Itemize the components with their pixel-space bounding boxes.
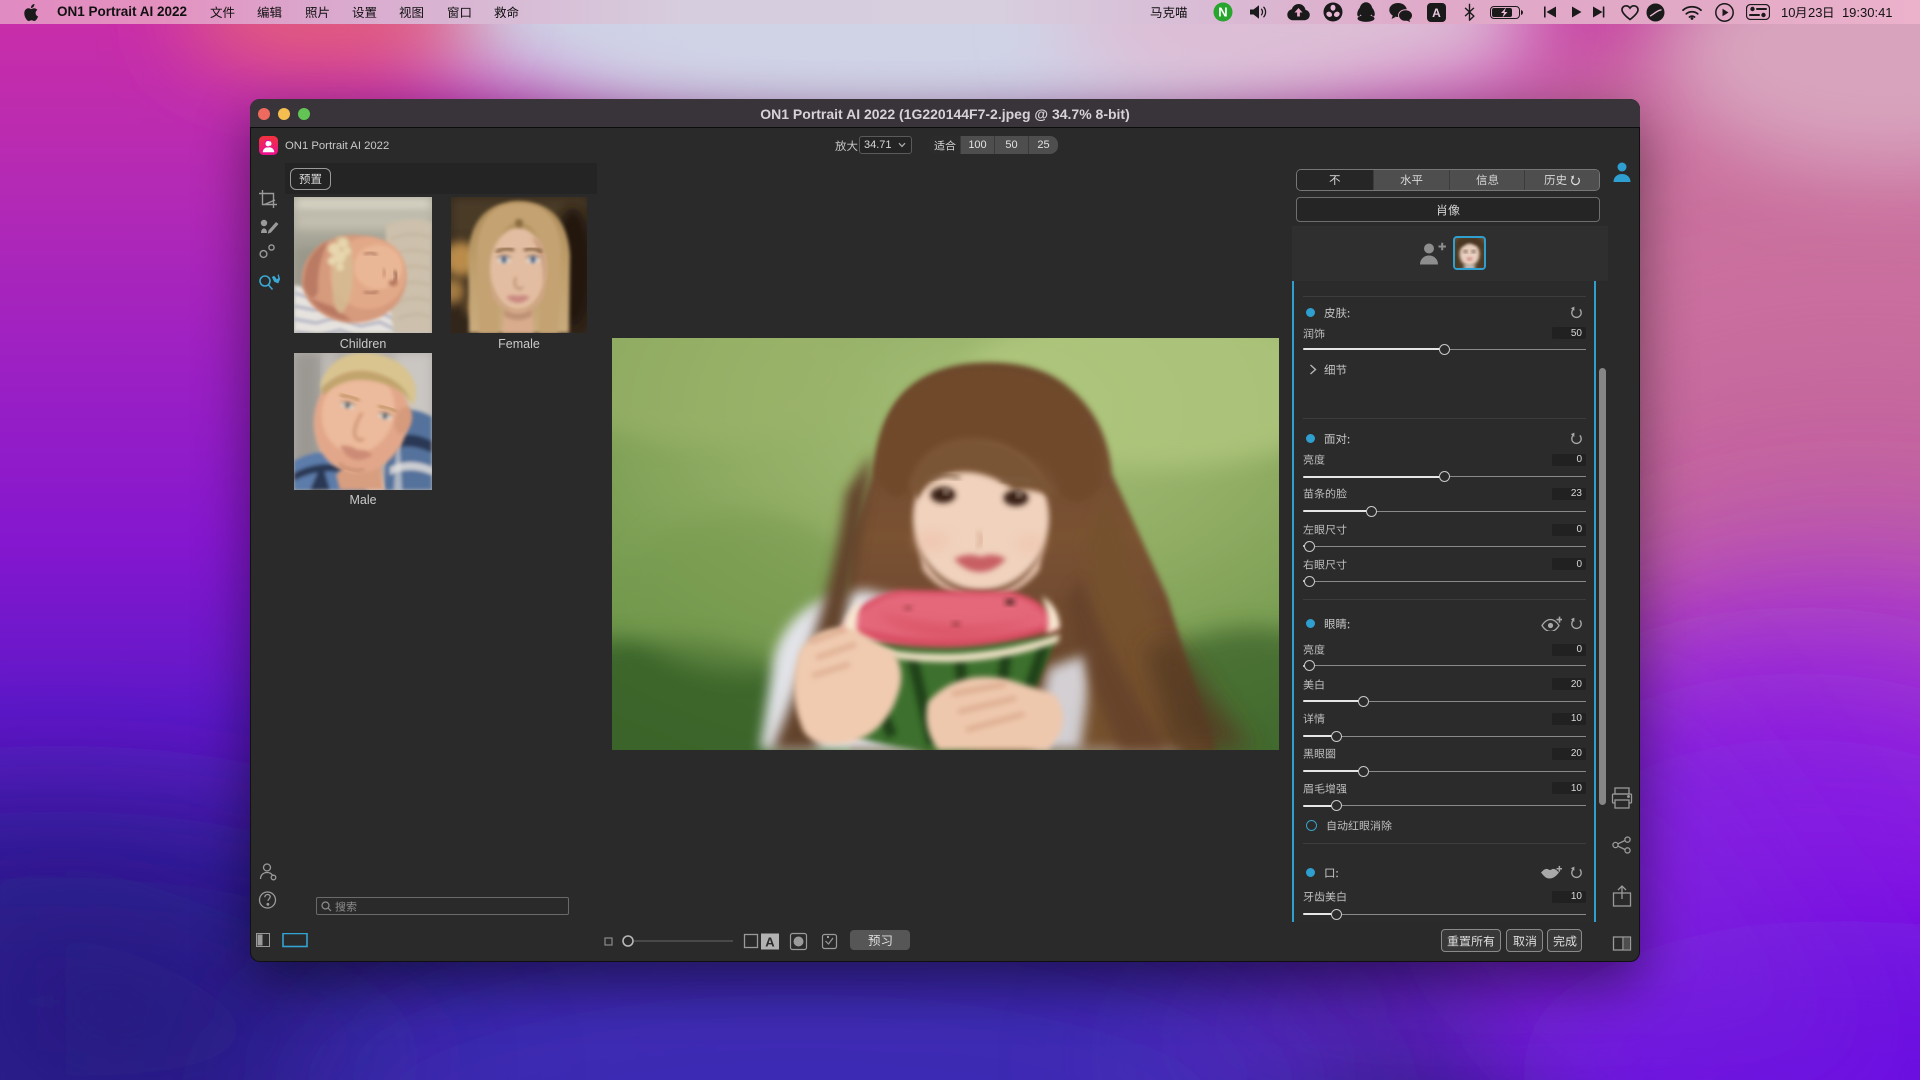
svg-text:N: N: [1218, 5, 1227, 20]
svg-text:A: A: [1432, 6, 1441, 20]
svg-text:A: A: [765, 935, 775, 950]
